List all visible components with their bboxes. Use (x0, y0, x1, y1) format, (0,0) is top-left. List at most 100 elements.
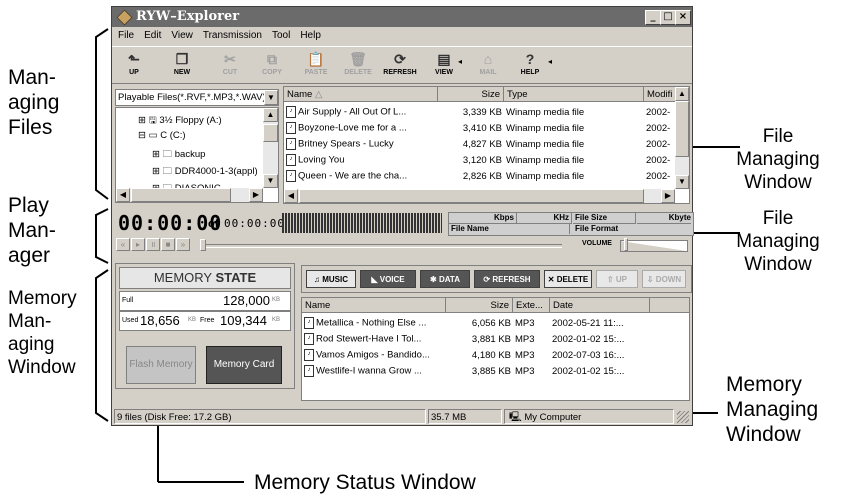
seek-slider-track[interactable] (202, 244, 562, 248)
tree-item-label: 3½ Floppy (A:) (159, 115, 222, 126)
table-row[interactable]: ♪ Queen - We are the cha... 2,826 KB Winamp… (284, 168, 678, 184)
stop-button[interactable]: ■ (161, 238, 175, 251)
memory-card-button[interactable]: Memory Card (206, 346, 282, 384)
table-row[interactable]: ♪ Westlife-I wanna Grow ... 3,885 KB MP3 200… (302, 363, 650, 379)
scroll-right-button[interactable]: ▶ (249, 188, 263, 202)
scissors-icon: ✂ (224, 51, 236, 67)
memory-up-button[interactable]: ⇧ UP (596, 270, 638, 288)
minimize-button[interactable]: _ (645, 10, 661, 25)
memory-down-button[interactable]: ⇩ DOWN (642, 270, 686, 288)
memory-refresh-button[interactable]: ⟳ REFRESH (474, 270, 540, 288)
mail-button[interactable]: ⌂ MAIL (468, 49, 508, 81)
scroll-down-button[interactable]: ▼ (263, 174, 278, 188)
table-row[interactable]: ♪ Boyzone-Love me for a ... 3,410 KB Winamp… (284, 120, 678, 136)
scroll-thumb[interactable] (263, 124, 278, 142)
cell-text: Westlife-I wanna Grow ... (316, 365, 422, 377)
scroll-right-button[interactable]: ▶ (661, 189, 675, 203)
menu-help[interactable]: Help (300, 30, 321, 41)
volume-thumb[interactable] (624, 238, 628, 251)
flash-memory-button[interactable]: Flash Memory (126, 346, 196, 384)
table-row[interactable]: ♪ Rod Stewert-Have I Tol... 3,881 KB MP3 200… (302, 331, 650, 347)
tree-vertical-scrollbar[interactable]: ▲ ▼ (263, 108, 278, 188)
table-cell: MP3 (513, 315, 550, 331)
new-button[interactable]: ❐ NEW (162, 49, 202, 81)
menu-view[interactable]: View (171, 30, 193, 41)
column-header-type[interactable]: Type (504, 87, 644, 102)
scroll-left-button[interactable]: ◀ (284, 189, 298, 203)
memory-delete-button[interactable]: ✕ DELETE (544, 270, 592, 288)
help-button[interactable]: ? HELP (510, 49, 550, 81)
table-cell: 2002-05-21 11:... (550, 315, 650, 331)
chevron-down-icon[interactable]: ▼ (264, 90, 278, 105)
filter-select[interactable]: Playable Files(*.RVF,*.MP3,*.WAV) ▼ (115, 89, 279, 106)
tree-item[interactable]: ⊞ 🗀 DDR4000-1-3(appl) (152, 164, 258, 180)
menu-transmission[interactable]: Transmission (203, 30, 262, 41)
column-header-extension[interactable]: Exte... (513, 298, 550, 313)
audio-file-icon: ♪ (286, 138, 296, 150)
pc-vertical-scrollbar[interactable]: ▲ ▼ (675, 87, 689, 189)
view-dropdown-icon[interactable]: ◂ (458, 57, 462, 66)
table-cell: ♪ Vamos Amigos - Bandido... (302, 347, 446, 363)
paste-button[interactable]: 📋 PASTE (296, 49, 336, 81)
audio-file-icon: ♪ (286, 106, 296, 118)
new-folder-icon: ❐ (175, 51, 189, 67)
scroll-thumb[interactable] (131, 188, 231, 202)
table-row[interactable]: ♪ Britney Spears - Lucky 4,827 KB Winamp me… (284, 136, 678, 152)
scroll-left-button[interactable]: ◀ (116, 188, 130, 202)
table-row[interactable]: ♪ Air Supply - All Out Of L... 3,339 KB Win… (284, 104, 678, 120)
cell-text: 2002- (646, 106, 671, 118)
title-bar[interactable]: RYW–Explorer _ □ × (112, 7, 692, 27)
table-cell: Winamp media file (504, 136, 644, 152)
maximize-button[interactable]: □ (660, 10, 676, 25)
music-button[interactable]: ♫ MUSIC (306, 270, 356, 288)
toolbar-more-icon[interactable]: ◂ (548, 57, 552, 66)
data-button[interactable]: ✱ DATA (420, 270, 470, 288)
tree-item[interactable]: ⊞ 🖫 3½ Floppy (A:) (138, 113, 222, 129)
column-header-size[interactable]: Size (438, 87, 504, 102)
pc-horizontal-scrollbar[interactable]: ◀ ▶ (284, 189, 675, 203)
pause-button[interactable]: ॥ (146, 238, 160, 251)
scroll-up-button[interactable]: ▲ (263, 108, 278, 122)
tree-item[interactable]: ⊟ ▭ C (C:) (138, 130, 186, 141)
scroll-up-button[interactable]: ▲ (675, 87, 689, 101)
column-header-name[interactable]: Name △ (284, 87, 438, 102)
data-icon: ✱ (430, 275, 437, 284)
scroll-thumb[interactable] (299, 189, 644, 203)
menu-edit[interactable]: Edit (144, 30, 161, 41)
forward-button[interactable]: » (176, 238, 190, 251)
cut-button[interactable]: ✂ CUT (210, 49, 250, 81)
table-cell: 2002-01-02 15:... (550, 331, 650, 347)
voice-button[interactable]: ◣ VOICE (360, 270, 416, 288)
filter-select-value: Playable Files(*.RVF,*.MP3,*.WAV) (118, 92, 266, 103)
menu-tool[interactable]: Tool (272, 30, 290, 41)
column-header-date[interactable]: Date (550, 298, 650, 313)
column-header-size[interactable]: Size (446, 298, 513, 313)
play-button[interactable]: ▸ (131, 238, 145, 251)
copy-button-label: COPY (262, 69, 282, 76)
copy-button[interactable]: ⧉ COPY (252, 49, 292, 81)
column-header-modified[interactable]: Modifi (644, 87, 676, 102)
table-cell: 2002- (644, 152, 678, 168)
refresh-button[interactable]: ⟳ REFRESH (378, 49, 422, 81)
scroll-thumb[interactable] (675, 101, 689, 157)
view-button[interactable]: ▤ VIEW (428, 49, 460, 81)
table-row[interactable]: ♪ Loving You 3,120 KB Winamp media file 2002… (284, 152, 678, 168)
column-header-name[interactable]: Name (302, 298, 446, 313)
seek-slider-thumb[interactable] (200, 239, 206, 251)
menu-file[interactable]: File (118, 30, 134, 41)
tree-item[interactable]: ⊞ 🗀 backup (152, 147, 205, 163)
scroll-down-button[interactable]: ▼ (675, 175, 689, 189)
table-row[interactable]: ♪ Vamos Amigos - Bandido... 4,180 KB MP3 200… (302, 347, 650, 363)
delete-button[interactable]: 🗑 DELETE (338, 49, 378, 81)
close-button[interactable]: × (675, 10, 691, 25)
memory-full-unit: KB (272, 297, 281, 303)
time-of-label: of (208, 218, 219, 230)
up-button[interactable]: ⬑ UP (114, 49, 154, 81)
refresh-button-label: REFRESH (383, 69, 417, 76)
cell-text: 4,827 KB (462, 138, 502, 150)
rewind-button[interactable]: « (116, 238, 130, 251)
volume-slider[interactable] (620, 240, 688, 252)
tree-horizontal-scrollbar[interactable]: ◀ ▶ (116, 188, 263, 202)
table-row[interactable]: ♪ Metallica - Nothing Else ... 6,056 KB MP3… (302, 315, 650, 331)
resize-grip-icon[interactable] (677, 411, 689, 423)
